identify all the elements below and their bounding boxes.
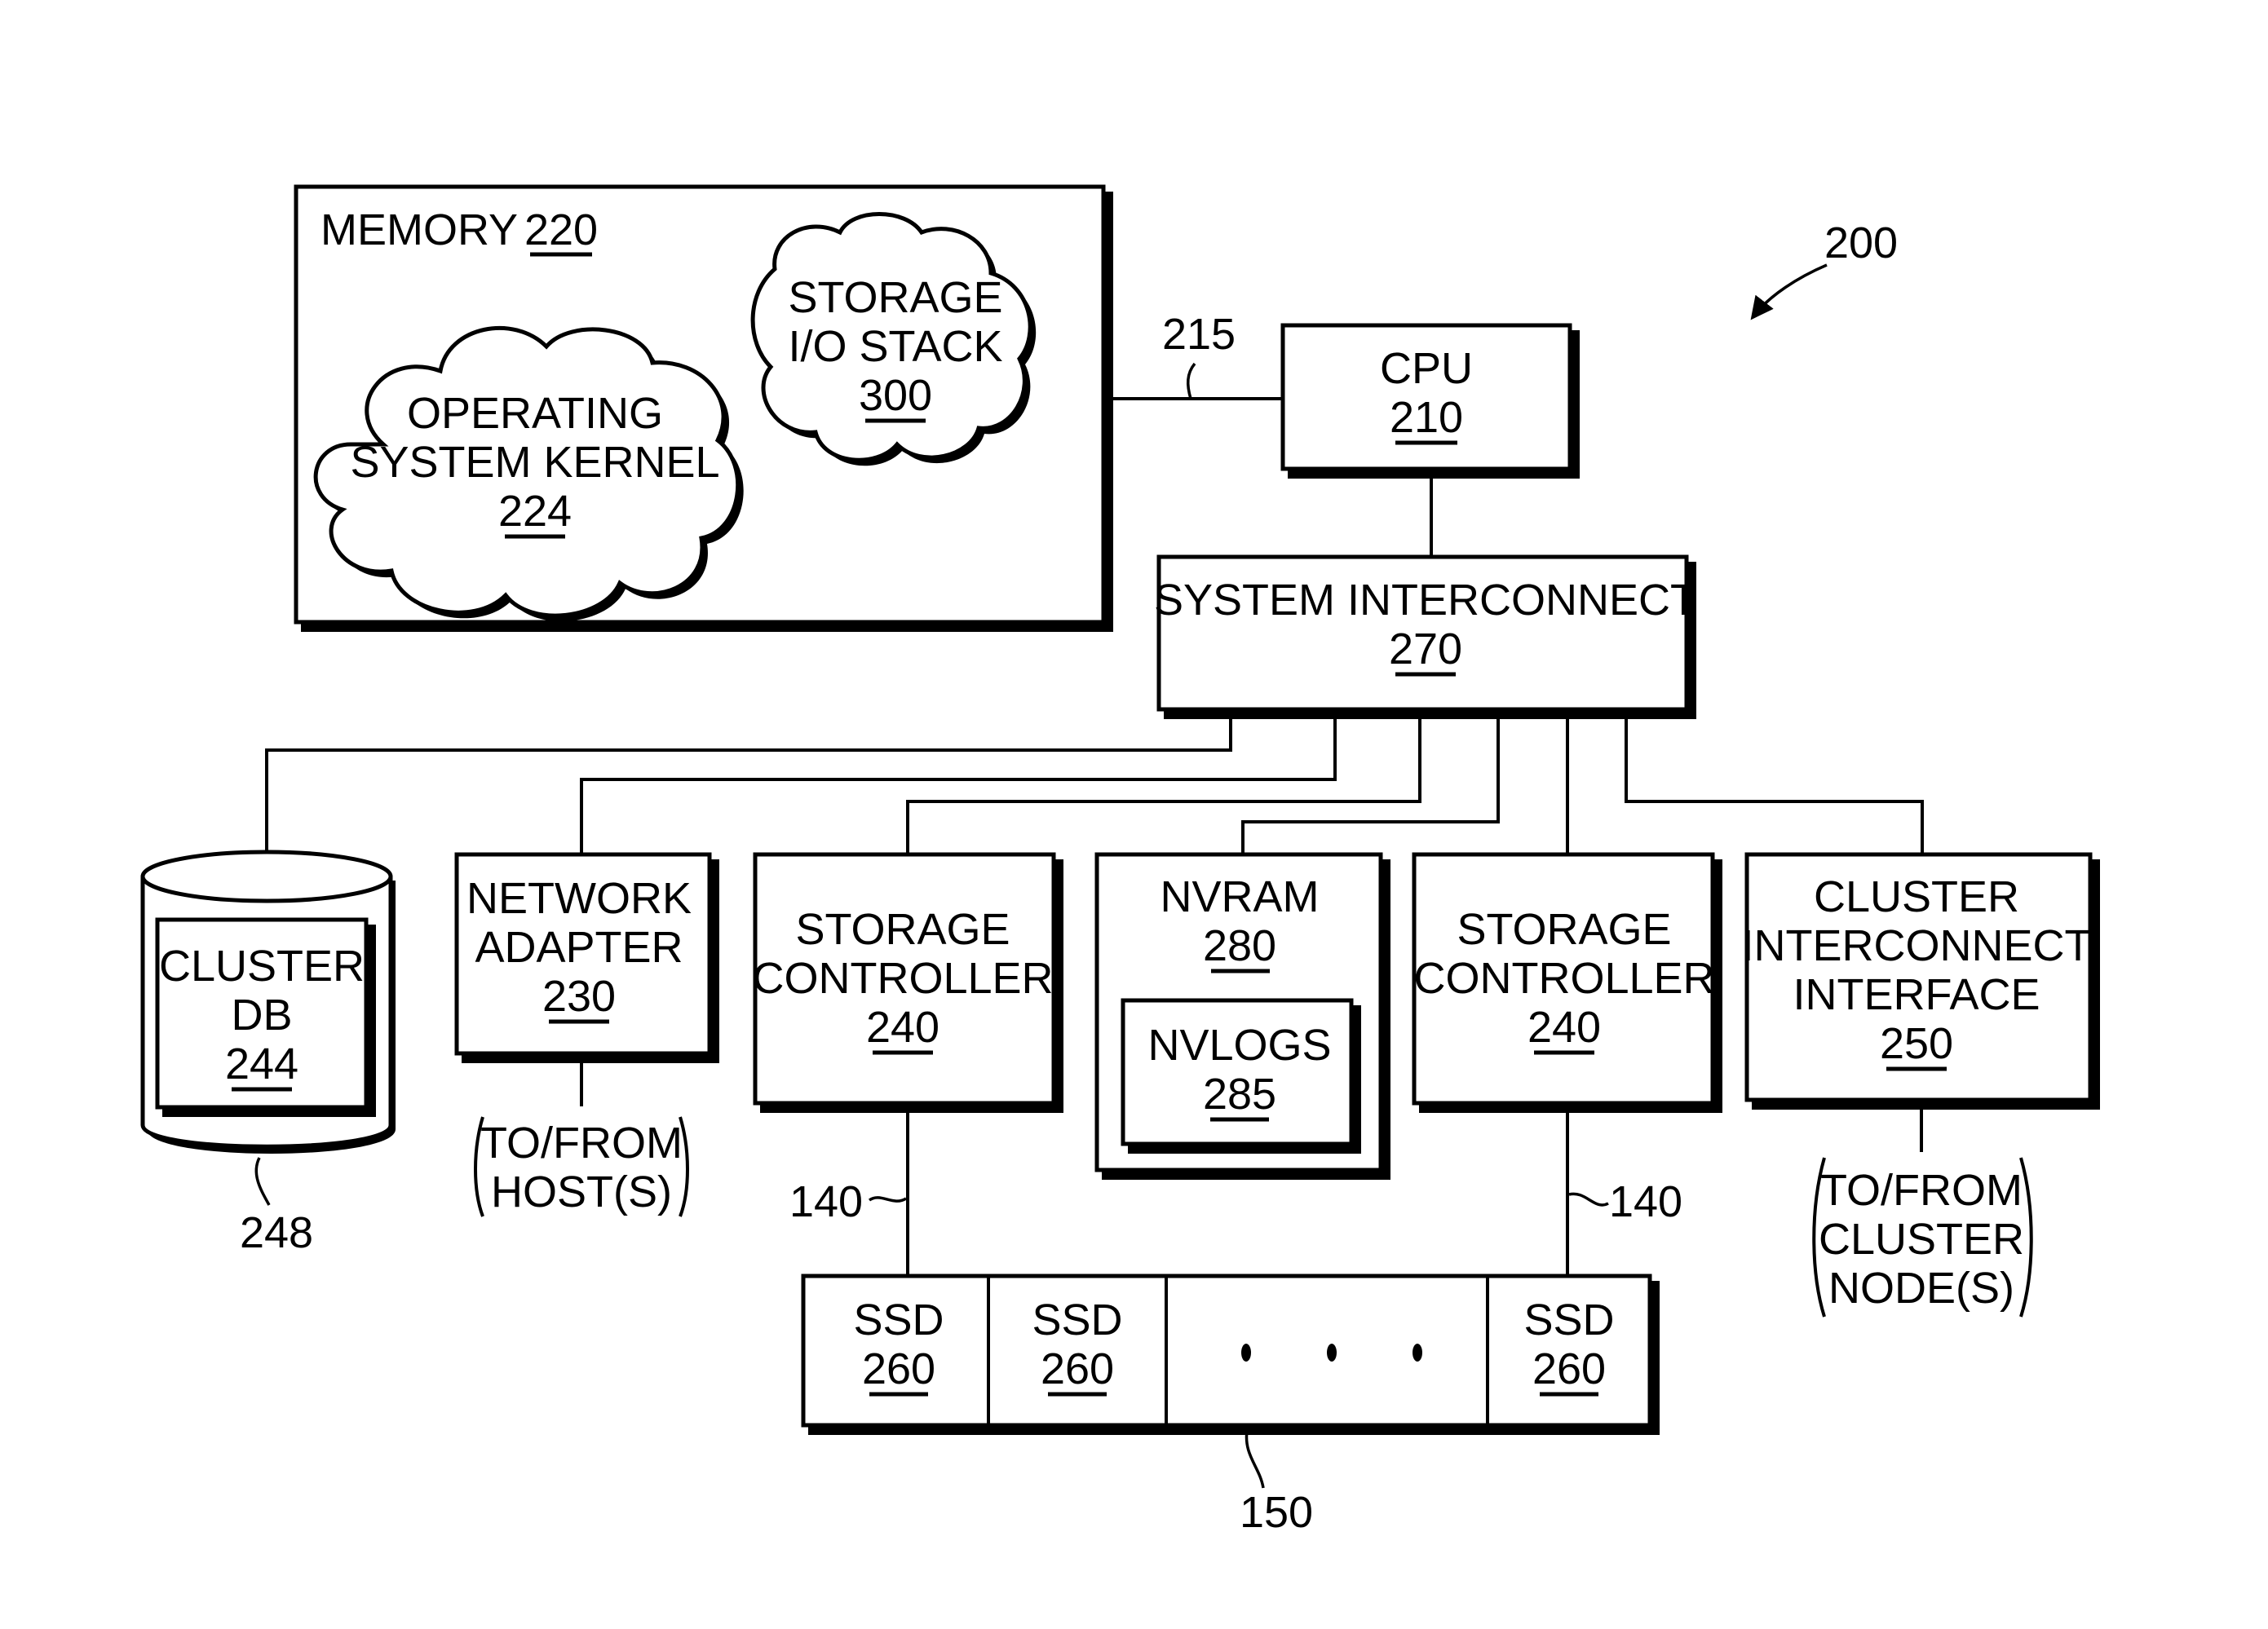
- cluster-nodes-io-line-3: NODE(S): [1828, 1264, 2014, 1313]
- system-interconnect-box[interactable]: SYSTEM INTERCONNECT 270: [1154, 554, 1697, 719]
- cluster-nodes-io-line-1: TO/FROM: [1820, 1166, 2023, 1215]
- cluster-db-cylinder[interactable]: CLUSTER DB 244: [140, 850, 396, 1154]
- cluster-interface-line-2: INTERCONNECT: [1742, 921, 2092, 970]
- bus-ref: 215: [1162, 310, 1236, 359]
- ssd-3-ref: 260: [1532, 1344, 1606, 1393]
- os-kernel-line-1: OPERATING: [407, 389, 663, 438]
- cpu-ref: 210: [1390, 393, 1463, 442]
- os-kernel-line-2: SYSTEM KERNEL: [350, 438, 719, 487]
- ellipsis-dot: [1241, 1344, 1251, 1362]
- memory-label: MEMORY: [321, 205, 518, 254]
- storage-controller-1-line-1: STORAGE: [795, 905, 1010, 954]
- cpu-label: CPU: [1380, 344, 1473, 393]
- ssd-array-ref: 150: [1240, 1488, 1313, 1537]
- ssd-2-ref: 260: [1041, 1344, 1114, 1393]
- link-cluster-db: [265, 714, 1232, 857]
- link-nvram: [1241, 714, 1500, 854]
- cluster-db-container-ref: 248: [240, 1208, 313, 1257]
- lead-140-left: [868, 1196, 907, 1203]
- storage-controller-1-ref: 240: [866, 1003, 939, 1052]
- ssd-2[interactable]: SSD 260: [1032, 1296, 1123, 1397]
- cluster-interface-ref: 250: [1880, 1019, 1953, 1068]
- interconnect-ref: 270: [1389, 625, 1462, 673]
- cluster-nodes-io-line-2: CLUSTER: [1819, 1215, 2024, 1264]
- ellipsis-dot: [1327, 1344, 1337, 1362]
- storage-controller-2-ref: 240: [1527, 1003, 1601, 1052]
- storage-controller-1-box[interactable]: STORAGE CONTROLLER 240: [752, 852, 1063, 1113]
- network-adapter-ref: 230: [542, 972, 616, 1021]
- cluster-interface-line-1: CLUSTER: [1814, 872, 2019, 921]
- ssd-3[interactable]: SSD 260: [1523, 1296, 1615, 1397]
- ellipsis-dot: [1413, 1344, 1422, 1362]
- cluster-nodes-io-label: TO/FROM CLUSTER NODE(S): [1812, 1157, 2033, 1318]
- link-storage-controller-1: [906, 714, 1421, 854]
- figure-ref: 200: [1824, 219, 1898, 267]
- network-adapter-box[interactable]: NETWORK ADAPTER 230: [454, 852, 719, 1063]
- interconnect-label: SYSTEM INTERCONNECT: [1154, 576, 1697, 625]
- ssd-array[interactable]: SSD 260 SSD 260 SSD 260: [801, 1274, 1660, 1435]
- cpu-box[interactable]: CPU 210: [1280, 323, 1580, 479]
- lead-215: [1186, 362, 1196, 400]
- cluster-db-ref: 244: [225, 1040, 298, 1088]
- cluster-db-line-2: DB: [231, 991, 292, 1040]
- storage-controller-2-line-2: CONTROLLER: [1413, 954, 1714, 1003]
- network-adapter-line-1: NETWORK: [466, 874, 692, 923]
- ssd-2-label: SSD: [1032, 1296, 1122, 1344]
- nvram-ref: 280: [1203, 921, 1276, 970]
- hosts-io-label: TO/FROM HOST(S): [474, 1116, 689, 1217]
- io-stack-line-1: STORAGE: [788, 273, 1002, 322]
- nvlogs-ref: 285: [1203, 1070, 1276, 1119]
- cluster-interface-box[interactable]: CLUSTER INTERCONNECT INTERFACE 250: [1742, 852, 2101, 1110]
- lead-140-right: [1568, 1192, 1609, 1207]
- cluster-interface-line-3: INTERFACE: [1793, 970, 2040, 1019]
- nvlogs-box[interactable]: NVLOGS 285: [1121, 998, 1361, 1154]
- ssd-1-ref: 260: [862, 1344, 935, 1393]
- link-cluster-interface: [1625, 714, 1924, 854]
- lead-150: [1245, 1430, 1265, 1489]
- network-adapter-line-2: ADAPTER: [475, 923, 683, 972]
- link-140-right-ref: 140: [1609, 1177, 1682, 1226]
- ssd-3-label: SSD: [1523, 1296, 1614, 1344]
- nvram-box[interactable]: NVRAM 280 NVLOGS 285: [1094, 852, 1390, 1180]
- nvram-label: NVRAM: [1160, 872, 1319, 921]
- io-stack-line-2: I/O STACK: [788, 322, 1002, 371]
- hosts-io-line-2: HOST(S): [491, 1168, 672, 1216]
- block-diagram: 200 MEMORY 220 OPERATING SYSTEM KERNEL 2…: [140, 184, 2101, 1537]
- ssd-1-label: SSD: [853, 1296, 944, 1344]
- arrow-200: [1750, 263, 1828, 320]
- storage-controller-1-line-2: CONTROLLER: [752, 954, 1053, 1003]
- io-stack-ref: 300: [859, 371, 932, 420]
- lead-248: [254, 1157, 271, 1206]
- nvlogs-label: NVLOGS: [1147, 1021, 1331, 1070]
- ssd-1[interactable]: SSD 260: [853, 1296, 944, 1397]
- cluster-db-line-1: CLUSTER: [159, 942, 365, 991]
- memory-ref: 220: [524, 205, 598, 254]
- os-kernel-ref: 224: [498, 487, 572, 536]
- storage-controller-2-line-1: STORAGE: [1457, 905, 1671, 954]
- hosts-io-line-1: TO/FROM: [480, 1119, 683, 1168]
- storage-controller-2-box[interactable]: STORAGE CONTROLLER 240: [1412, 852, 1722, 1113]
- link-140-left-ref: 140: [789, 1177, 863, 1226]
- link-network-adapter: [580, 714, 1337, 854]
